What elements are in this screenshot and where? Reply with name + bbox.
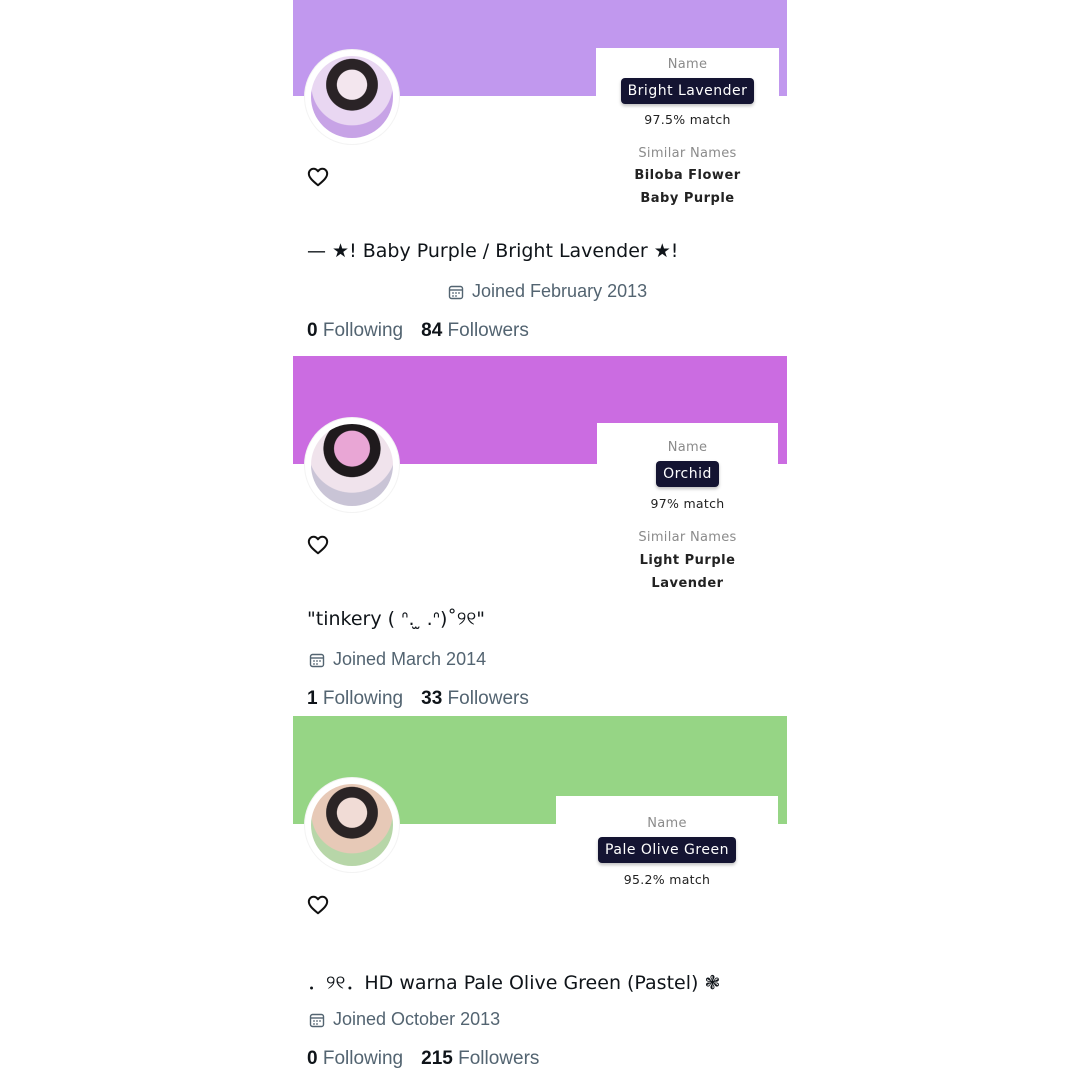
heart-outline-icon[interactable] [307,534,329,556]
following-link[interactable]: 0 Following [307,1048,403,1069]
joined-text: Joined October 2013 [333,1009,501,1029]
avatar[interactable] [305,50,399,144]
followers-count: 33 [421,688,443,709]
following-count: 0 [307,320,318,341]
followers-link[interactable]: 33 Followers [421,688,529,709]
heart-outline-icon[interactable] [307,894,329,916]
followers-count: 215 [421,1048,453,1069]
color-match-card: Name Pale Olive Green 95.2% match [556,796,778,904]
joined-date: Joined March 2014 [309,649,486,670]
following-link[interactable]: 0 Following [307,320,403,341]
profile-bio: ．୨୧．HD warna Pale Olive Green (Pastel) ❃ [307,972,721,994]
color-name-pill: Bright Lavender [620,78,755,104]
avatar[interactable] [305,778,399,872]
followers-link[interactable]: 215 Followers [421,1048,539,1069]
match-percent: 95.2% match [623,872,711,887]
similar-name: Light Purple [639,553,736,568]
card-name-label: Name [667,440,708,455]
profile-card-2: Name Orchid 97% match Similar Names Ligh… [293,356,787,716]
profile-collage: Name Bright Lavender 97.5% match Similar… [0,0,1080,1074]
following-count: 1 [307,688,318,709]
avatar-image [311,56,393,138]
followers-label: Followers [458,1048,540,1069]
profile-card-1: Name Bright Lavender 97.5% match Similar… [293,0,787,356]
follow-stats: 1 Following 33 Followers [307,688,529,710]
calendar-icon [309,1013,325,1027]
followers-label: Followers [447,320,529,341]
match-percent: 97.5% match [644,112,731,127]
calendar-icon [448,285,464,299]
heart-outline-icon[interactable] [307,166,329,188]
avatar-image [311,784,393,866]
followers-label: Followers [447,688,529,709]
color-name-pill: Pale Olive Green [598,837,736,863]
card-name-label: Name [647,816,687,831]
profile-bio: "tinkery ( ᐢ. ̫ .ᐢ)˚୨୧" [307,608,486,630]
similar-name: Baby Purple [640,191,735,206]
card-name-label: Name [667,57,708,72]
joined-date: Joined October 2013 [309,1009,500,1030]
joined-text: Joined February 2013 [472,281,648,301]
similar-names-label: Similar Names [638,146,737,161]
avatar[interactable] [305,418,399,512]
joined-text: Joined March 2014 [333,649,487,669]
followers-link[interactable]: 84 Followers [421,320,529,341]
follow-stats: 0 Following 84 Followers [307,320,529,342]
joined-date: Joined February 2013 [448,281,647,302]
color-match-card: Name Orchid 97% match Similar Names Ligh… [597,423,778,605]
following-link[interactable]: 1 Following [307,688,403,709]
following-label: Following [322,688,404,709]
followers-count: 84 [421,320,443,341]
following-label: Following [322,320,404,341]
profile-bio: — ★! Baby Purple / Bright Lavender ★! [307,240,679,262]
following-label: Following [322,1048,404,1069]
follow-stats: 0 Following 215 Followers [307,1048,539,1070]
following-count: 0 [307,1048,318,1069]
match-percent: 97% match [650,496,725,511]
calendar-icon [309,653,325,667]
similar-names-label: Similar Names [638,530,737,545]
avatar-image [311,424,393,506]
similar-name: Lavender [651,576,724,591]
profile-card-3: Name Pale Olive Green 95.2% match ．୨୧．HD… [293,716,787,1074]
similar-name: Biloba Flower [634,168,741,183]
color-match-card: Name Bright Lavender 97.5% match Similar… [596,48,779,216]
color-name-pill: Orchid [656,461,719,487]
